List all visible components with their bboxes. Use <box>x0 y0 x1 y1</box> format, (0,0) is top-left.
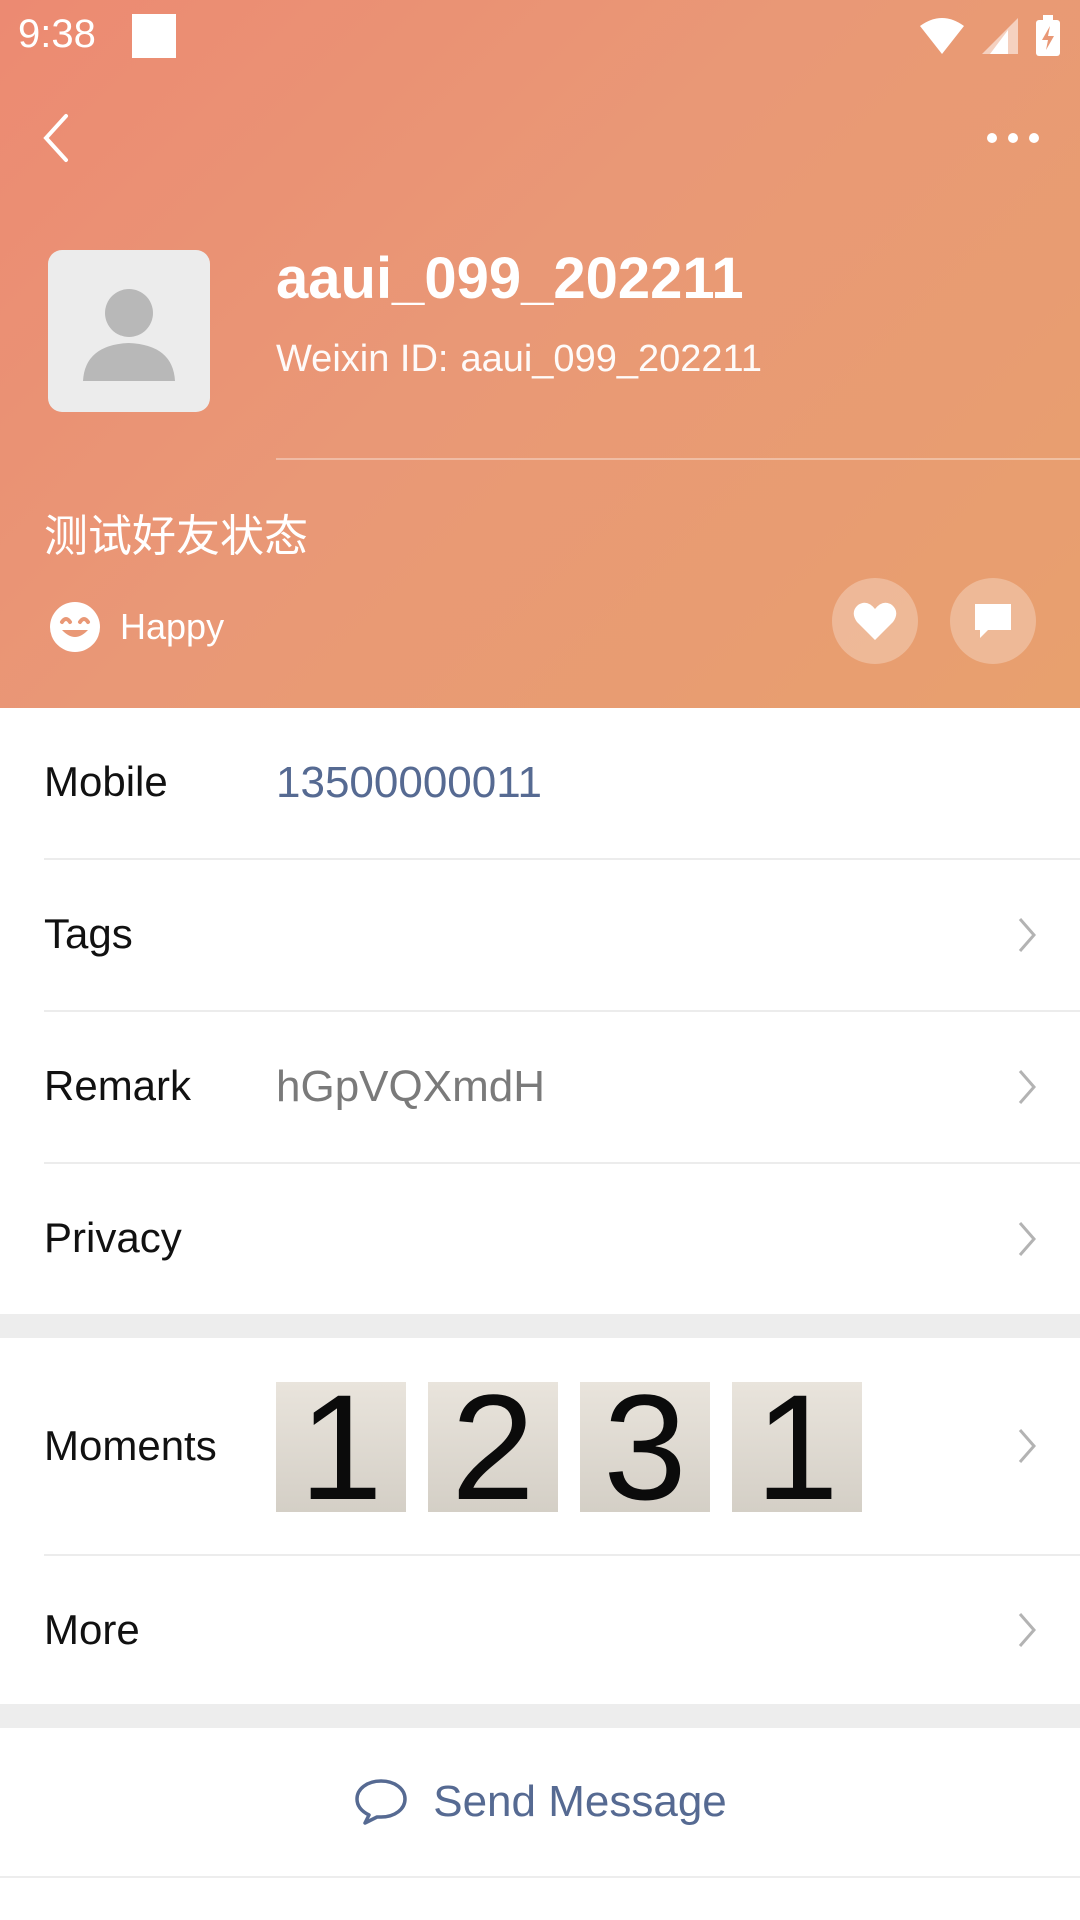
mobile-label: Mobile <box>44 758 168 805</box>
chevron-right-icon <box>1018 1070 1036 1104</box>
moment-thumbnail: 1 <box>732 1382 862 1512</box>
mood-label: Happy <box>120 606 225 647</box>
bottom-divider <box>0 1876 1080 1878</box>
header-divider <box>276 458 1080 460</box>
profile-header: 9:38 aaui_099_202211 Weixin ID: aaui_099… <box>0 0 1080 708</box>
weixin-id: Weixin ID: aaui_099_202211 <box>276 338 762 381</box>
mood-status[interactable]: Happy <box>48 600 224 654</box>
send-message-label: Send Message <box>433 1777 727 1826</box>
profile-name: aaui_099_202211 <box>276 246 744 311</box>
tags-label: Tags <box>44 910 133 957</box>
chat-bubble-icon <box>975 604 1011 638</box>
notification-icon <box>132 14 176 58</box>
weixin-id-value: aaui_099_202211 <box>460 338 762 380</box>
battery-icon <box>1036 15 1060 56</box>
chevron-right-icon <box>1018 1222 1036 1256</box>
friend-status-text: 测试好友状态 <box>44 511 308 562</box>
back-button[interactable] <box>38 110 78 166</box>
chevron-right-icon <box>1018 1429 1036 1463</box>
comment-button[interactable] <box>950 578 1036 664</box>
section-gap <box>0 1704 1080 1728</box>
remark-row[interactable]: Remark hGpVQXmdH <box>0 1012 1080 1162</box>
system-icons <box>918 14 1062 58</box>
back-arrow-icon <box>43 114 68 162</box>
avatar-placeholder-icon <box>83 289 175 381</box>
remark-label: Remark <box>44 1062 192 1109</box>
chevron-right-icon <box>1018 1613 1036 1647</box>
moment-thumbnail: 3 <box>580 1382 710 1512</box>
more-row[interactable]: More <box>0 1556 1080 1704</box>
avatar[interactable] <box>48 250 210 412</box>
send-message-button[interactable]: Send Message <box>0 1728 1080 1876</box>
privacy-row[interactable]: Privacy <box>0 1164 1080 1314</box>
weixin-id-label: Weixin ID: <box>276 338 449 380</box>
mobile-value[interactable]: 13500000011 <box>276 758 542 808</box>
moment-thumbnail: 2 <box>428 1382 558 1512</box>
smiley-icon <box>50 602 100 652</box>
more-options-button[interactable] <box>984 118 1042 158</box>
more-dots-icon <box>987 133 1039 143</box>
mobile-row[interactable]: Mobile 13500000011 <box>0 708 1080 858</box>
heart-icon <box>853 602 897 640</box>
status-bar: 9:38 <box>0 0 1080 72</box>
wifi-icon <box>920 18 964 54</box>
remark-value: hGpVQXmdH <box>276 1062 545 1111</box>
moments-label: Moments <box>44 1422 217 1469</box>
chat-bubble-icon <box>355 1779 407 1825</box>
like-button[interactable] <box>832 578 918 664</box>
chevron-right-icon <box>1018 918 1036 952</box>
tags-row[interactable]: Tags <box>0 860 1080 1010</box>
more-label: More <box>44 1606 140 1653</box>
privacy-label: Privacy <box>44 1214 182 1261</box>
moment-thumbnail: 1 <box>276 1382 406 1512</box>
status-time: 9:38 <box>18 12 96 56</box>
moments-thumbnails: 1 2 3 1 <box>276 1382 862 1512</box>
signal-icon <box>982 18 1018 54</box>
section-gap <box>0 1314 1080 1338</box>
